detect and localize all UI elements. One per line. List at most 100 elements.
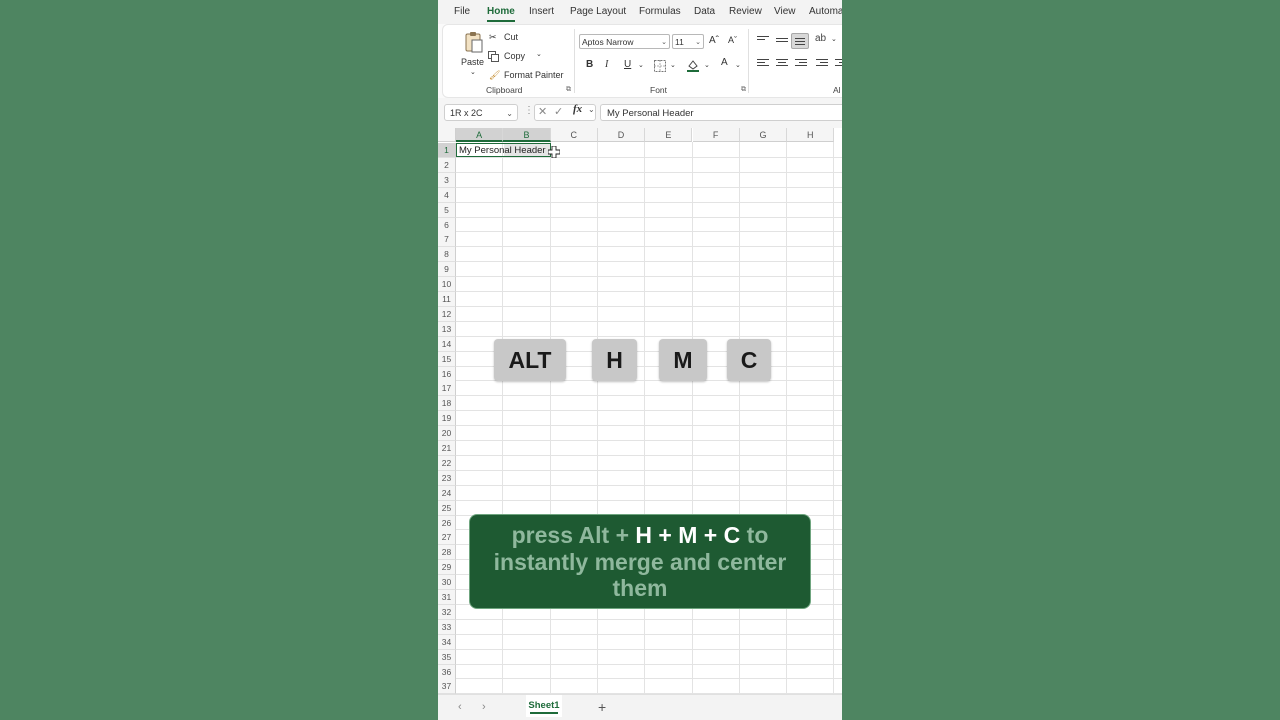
font-launcher-icon[interactable]: ⧉ [741, 86, 746, 94]
row-header-16[interactable]: 16 [438, 366, 456, 382]
underline-button[interactable]: U [624, 59, 631, 70]
insert-function-icon[interactable]: fx [573, 103, 582, 115]
font-color-dropdown-icon[interactable]: ⌄ [735, 61, 741, 69]
align-center-icon[interactable] [776, 59, 788, 69]
column-header-g[interactable]: G [739, 128, 788, 142]
row-header-37[interactable]: 37 [438, 679, 456, 694]
row-header-13[interactable]: 13 [438, 321, 456, 337]
column-header-a[interactable]: A [456, 128, 504, 142]
borders-dropdown-icon[interactable]: ⌄ [670, 61, 676, 69]
row-header-31[interactable]: 31 [438, 590, 456, 605]
bold-button[interactable]: B [586, 59, 593, 70]
chevron-down-icon[interactable]: ⌄ [588, 105, 595, 114]
column-header-f[interactable]: F [692, 128, 740, 142]
fill-color-dropdown-icon[interactable]: ⌄ [704, 61, 710, 69]
font-size-select[interactable]: 11 ⌄ [672, 34, 704, 49]
orientation-dropdown-icon[interactable]: ⌄ [831, 35, 837, 43]
scroll-tabs-right-icon[interactable]: › [482, 701, 486, 713]
copy-dropdown-icon[interactable]: ⌄ [536, 50, 542, 58]
column-header-b[interactable]: B [503, 128, 551, 142]
row-header-11[interactable]: 11 [438, 292, 456, 307]
font-name-select[interactable]: Aptos Narrow ⌄ [579, 34, 670, 49]
font-color-button[interactable]: A [721, 57, 728, 68]
row-header-24[interactable]: 24 [438, 485, 456, 501]
menu-page-layout[interactable]: Page Layout [570, 6, 626, 17]
menu-review[interactable]: Review [729, 6, 762, 17]
decrease-font-size-button[interactable]: Aˇ [728, 35, 737, 45]
row-header-30[interactable]: 30 [438, 575, 456, 591]
row-header-2[interactable]: 2 [438, 157, 456, 173]
column-header-d[interactable]: D [597, 128, 646, 142]
menu-formulas[interactable]: Formulas [639, 6, 681, 17]
row-header-14[interactable]: 14 [438, 336, 456, 352]
row-header-4[interactable]: 4 [438, 187, 456, 203]
row-header-5[interactable]: 5 [438, 202, 456, 218]
row-header-20[interactable]: 20 [438, 426, 456, 442]
top-align-icon[interactable] [757, 36, 769, 46]
increase-indent-icon[interactable] [835, 59, 842, 69]
sheet-tab-sheet1[interactable]: Sheet1 [526, 695, 562, 717]
scroll-tabs-left-icon[interactable]: ‹ [458, 701, 462, 713]
row-header-36[interactable]: 36 [438, 664, 456, 680]
row-header-25[interactable]: 25 [438, 500, 456, 516]
menu-insert[interactable]: Insert [529, 6, 554, 17]
row-header-26[interactable]: 26 [438, 515, 456, 531]
row-header-3[interactable]: 3 [438, 172, 456, 188]
paste-icon[interactable] [464, 31, 484, 53]
row-header-19[interactable]: 19 [438, 411, 456, 427]
cut-icon[interactable]: ✂ [489, 32, 497, 43]
format-painter-icon[interactable]: 🖌 [489, 70, 500, 81]
increase-font-size-button[interactable]: Aˆ [709, 35, 719, 46]
fill-color-icon[interactable] [686, 58, 700, 72]
copy-icon[interactable] [488, 51, 500, 62]
row-header-34[interactable]: 34 [438, 634, 456, 650]
row-header-18[interactable]: 18 [438, 396, 456, 412]
row-header-17[interactable]: 17 [438, 381, 456, 397]
row-header-35[interactable]: 35 [438, 649, 456, 665]
row-header-23[interactable]: 23 [438, 470, 456, 486]
row-header-15[interactable]: 15 [438, 351, 456, 367]
menu-view[interactable]: View [774, 6, 796, 17]
menu-home[interactable]: Home [487, 6, 515, 17]
menu-automate[interactable]: Automa [809, 6, 842, 17]
row-header-7[interactable]: 7 [438, 232, 456, 248]
row-header-1[interactable]: 1 [438, 143, 456, 158]
decrease-indent-icon[interactable] [816, 59, 828, 69]
align-right-icon[interactable] [795, 59, 807, 69]
row-header-33[interactable]: 33 [438, 619, 456, 635]
orientation-icon[interactable]: ab [815, 33, 826, 44]
column-header-e[interactable]: E [645, 128, 693, 142]
formula-input[interactable]: My Personal Header [600, 104, 842, 121]
row-header-10[interactable]: 10 [438, 277, 456, 293]
cut-button[interactable]: Cut [504, 32, 518, 42]
row-header-28[interactable]: 28 [438, 545, 456, 561]
name-box[interactable]: 1R x 2C ⌄ [444, 104, 518, 121]
menu-data[interactable]: Data [694, 6, 715, 17]
row-header-12[interactable]: 12 [438, 306, 456, 322]
borders-icon[interactable] [654, 60, 666, 72]
paste-label[interactable]: Paste [461, 57, 484, 67]
column-header-h[interactable]: H [787, 128, 835, 142]
align-left-icon[interactable] [757, 59, 769, 69]
cell-a1[interactable]: My Personal Header [459, 143, 546, 158]
copy-button[interactable]: Copy [504, 51, 525, 61]
bottom-align-button[interactable] [791, 33, 809, 49]
italic-button[interactable]: I [605, 59, 608, 70]
row-header-9[interactable]: 9 [438, 262, 456, 278]
row-header-27[interactable]: 27 [438, 530, 456, 546]
add-sheet-button[interactable]: + [598, 699, 606, 715]
cancel-icon[interactable]: ✕ [538, 105, 547, 118]
row-header-21[interactable]: 21 [438, 441, 456, 456]
column-header-c[interactable]: C [550, 128, 598, 142]
underline-dropdown-icon[interactable]: ⌄ [638, 61, 644, 69]
row-header-8[interactable]: 8 [438, 247, 456, 263]
middle-align-icon[interactable] [776, 38, 788, 48]
enter-icon[interactable]: ✓ [554, 105, 563, 118]
select-all-corner[interactable] [438, 128, 456, 142]
row-header-29[interactable]: 29 [438, 560, 456, 576]
row-header-32[interactable]: 32 [438, 604, 456, 620]
clipboard-launcher-icon[interactable]: ⧉ [566, 86, 571, 94]
row-header-22[interactable]: 22 [438, 455, 456, 471]
worksheet-grid[interactable]: ABCDEFGH 1 2 3 4 5 6 7 8 9 10 11 12 13 14 15 16 17 18 19 20… [438, 128, 842, 694]
format-painter-button[interactable]: Format Painter [504, 70, 564, 80]
